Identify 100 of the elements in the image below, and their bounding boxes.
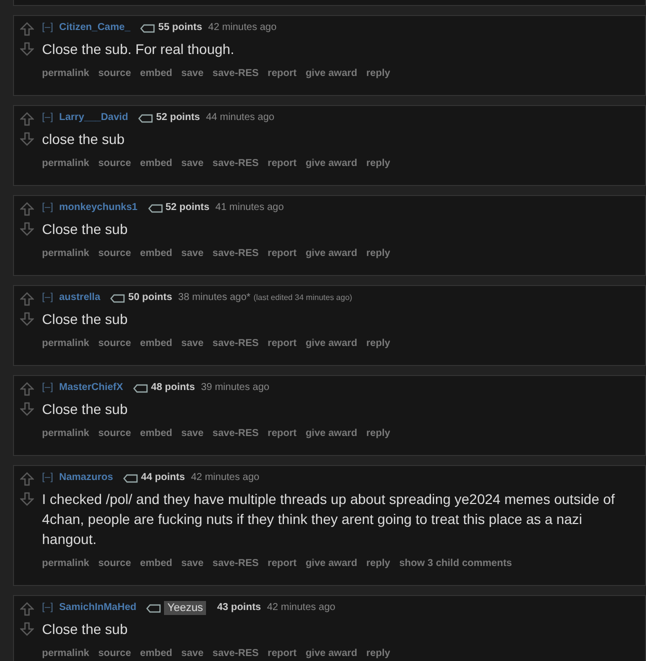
action-link[interactable]: reply bbox=[366, 426, 390, 441]
points-score: 55 points bbox=[158, 21, 202, 35]
downvote-arrow-icon[interactable] bbox=[20, 132, 34, 146]
collapse-toggle[interactable]: [–] bbox=[42, 471, 54, 485]
user-flair: Yeezus bbox=[164, 601, 206, 615]
action-link[interactable]: give award bbox=[306, 336, 358, 351]
action-link[interactable]: report bbox=[268, 156, 297, 171]
action-link[interactable]: reply bbox=[366, 646, 390, 661]
action-link[interactable]: save bbox=[181, 646, 204, 661]
action-link[interactable]: report bbox=[268, 66, 297, 81]
action-link[interactable]: embed bbox=[140, 246, 172, 261]
downvote-arrow-icon[interactable] bbox=[20, 622, 34, 636]
action-link[interactable]: permalink bbox=[42, 156, 90, 171]
action-link[interactable]: embed bbox=[140, 66, 172, 81]
tag-icon bbox=[133, 384, 148, 392]
collapse-toggle[interactable]: [–] bbox=[42, 201, 54, 215]
action-link[interactable]: source bbox=[98, 66, 132, 81]
comment-text: I checked /pol/ and they have multiple threads up about spreading ye2024 memes outside of 4chan, people are fucking nuts if they think they arent going to treat this place as a nazi hangout. bbox=[42, 490, 616, 549]
downvote-arrow-icon[interactable] bbox=[20, 312, 34, 326]
action-link[interactable]: source bbox=[98, 156, 132, 171]
action-link[interactable]: show 3 child comments bbox=[399, 556, 512, 571]
upvote-arrow-icon[interactable] bbox=[20, 292, 34, 306]
action-link[interactable]: give award bbox=[306, 426, 358, 441]
action-link[interactable]: save-RES bbox=[212, 646, 259, 661]
action-link[interactable]: embed bbox=[140, 556, 172, 571]
author-link[interactable]: monkeychunks1 bbox=[59, 201, 138, 215]
action-link[interactable]: report bbox=[268, 246, 297, 261]
comment-text: Close the sub bbox=[42, 310, 129, 329]
upvote-arrow-icon[interactable] bbox=[20, 112, 34, 126]
upvote-arrow-icon[interactable] bbox=[20, 202, 34, 216]
author-link[interactable]: austrella bbox=[59, 291, 100, 305]
tag-icon bbox=[110, 294, 126, 302]
action-link[interactable]: permalink bbox=[42, 336, 90, 351]
action-link[interactable]: reply bbox=[366, 556, 390, 571]
action-link[interactable]: save bbox=[181, 556, 204, 571]
action-link[interactable]: permalink bbox=[42, 246, 90, 261]
action-link[interactable]: permalink bbox=[42, 556, 90, 571]
author-link[interactable]: Larry___David bbox=[59, 111, 128, 125]
author-link[interactable]: Namazuros bbox=[59, 471, 114, 485]
collapse-toggle[interactable]: [–] bbox=[42, 21, 54, 35]
action-link[interactable]: embed bbox=[140, 156, 172, 171]
action-link[interactable]: source bbox=[98, 336, 132, 351]
action-link[interactable]: embed bbox=[140, 336, 172, 351]
collapse-toggle[interactable]: [–] bbox=[42, 601, 54, 615]
action-link[interactable]: give award bbox=[306, 646, 358, 661]
action-link[interactable]: report bbox=[268, 646, 297, 661]
action-link[interactable]: permalink bbox=[42, 66, 90, 81]
action-link[interactable]: report bbox=[268, 336, 297, 351]
collapse-toggle[interactable]: [–] bbox=[42, 381, 54, 395]
action-link[interactable]: give award bbox=[306, 556, 358, 571]
tag-icon bbox=[123, 474, 138, 482]
action-link[interactable]: reply bbox=[366, 246, 390, 261]
action-link[interactable]: source bbox=[98, 246, 132, 261]
action-link[interactable]: save-RES bbox=[212, 66, 259, 81]
timestamp: 38 minutes ago* bbox=[178, 291, 250, 305]
action-link[interactable]: reply bbox=[366, 336, 390, 351]
action-link[interactable]: save-RES bbox=[212, 556, 259, 571]
author-link[interactable]: Citizen_Came_ bbox=[59, 21, 130, 35]
action-link[interactable]: save-RES bbox=[212, 156, 259, 171]
downvote-arrow-icon[interactable] bbox=[20, 492, 34, 506]
action-link[interactable]: reply bbox=[366, 66, 390, 81]
collapse-toggle[interactable]: [–] bbox=[42, 111, 54, 125]
points-score: 52 points bbox=[156, 111, 200, 125]
action-link[interactable]: report bbox=[268, 426, 297, 441]
author-link[interactable]: SamichInMaHed bbox=[59, 601, 136, 615]
action-link[interactable]: permalink bbox=[42, 426, 90, 441]
action-link[interactable]: give award bbox=[306, 246, 358, 261]
downvote-arrow-icon[interactable] bbox=[20, 42, 34, 56]
action-link[interactable]: embed bbox=[140, 426, 172, 441]
action-link[interactable]: permalink bbox=[42, 646, 90, 661]
action-link[interactable]: give award bbox=[306, 66, 358, 81]
action-link[interactable]: save bbox=[181, 66, 204, 81]
action-link[interactable]: save bbox=[181, 336, 204, 351]
action-link[interactable]: save bbox=[181, 426, 204, 441]
points-score: 48 points bbox=[151, 381, 195, 395]
downvote-arrow-icon[interactable] bbox=[20, 402, 34, 416]
action-link[interactable]: embed bbox=[140, 646, 172, 661]
timestamp: 42 minutes ago bbox=[208, 21, 277, 35]
comment-text: Close the sub bbox=[42, 220, 129, 239]
action-link[interactable]: reply bbox=[366, 156, 390, 171]
author-link[interactable]: MasterChiefX bbox=[59, 381, 124, 395]
action-link[interactable]: save bbox=[181, 156, 204, 171]
action-link[interactable]: source bbox=[98, 556, 132, 571]
action-link[interactable]: save-RES bbox=[212, 246, 259, 261]
upvote-arrow-icon[interactable] bbox=[20, 472, 34, 486]
comment-text: Close the sub. For real though. bbox=[42, 40, 236, 59]
collapse-toggle[interactable]: [–] bbox=[42, 291, 54, 305]
downvote-arrow-icon[interactable] bbox=[20, 222, 34, 236]
upvote-arrow-icon[interactable] bbox=[20, 382, 34, 396]
action-link[interactable]: save bbox=[181, 246, 204, 261]
action-link[interactable]: save-RES bbox=[212, 426, 259, 441]
action-link[interactable]: report bbox=[268, 556, 297, 571]
action-link[interactable]: save-RES bbox=[212, 336, 259, 351]
action-link[interactable]: source bbox=[98, 646, 132, 661]
action-link[interactable]: give award bbox=[306, 156, 358, 171]
upvote-arrow-icon[interactable] bbox=[20, 602, 34, 616]
upvote-arrow-icon[interactable] bbox=[20, 22, 34, 36]
comment-text: Close the sub bbox=[42, 400, 129, 419]
action-link[interactable]: source bbox=[98, 426, 132, 441]
tag-icon bbox=[138, 114, 154, 122]
